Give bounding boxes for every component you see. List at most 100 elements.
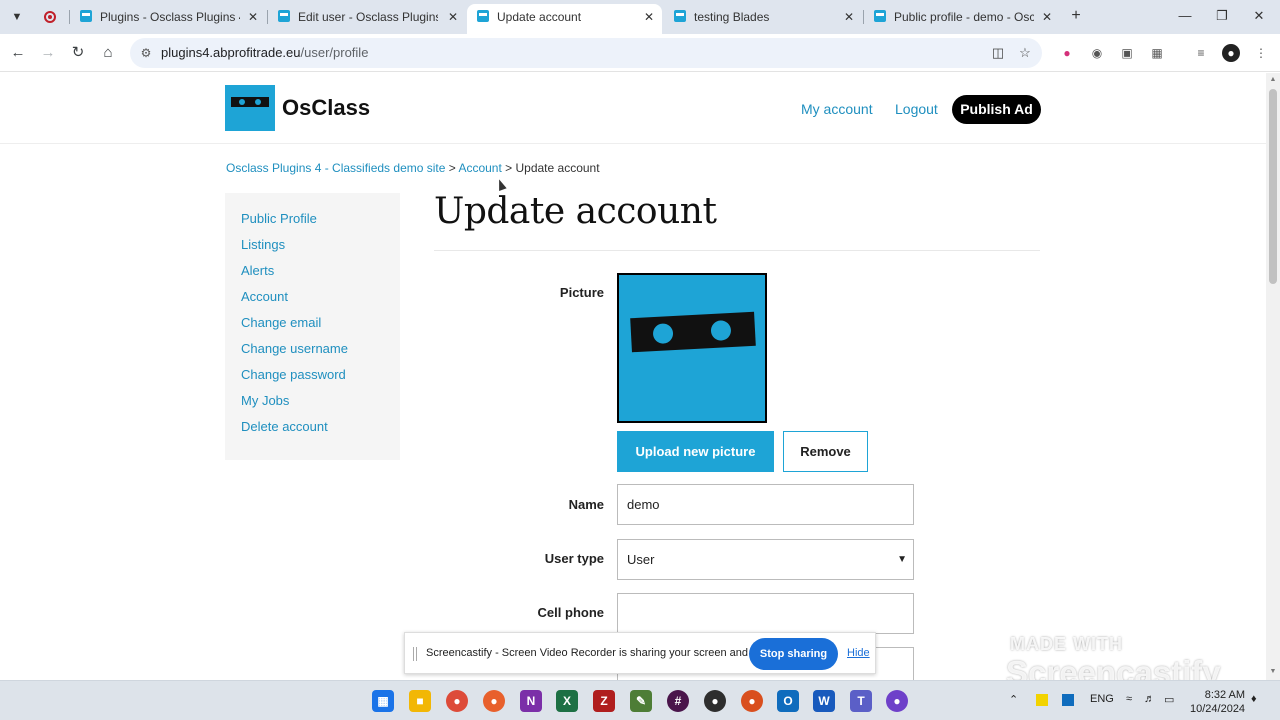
page-scrollbar[interactable]: ▲ ▼ (1266, 73, 1280, 680)
breadcrumb: Osclass Plugins 4 - Classifieds demo sit… (226, 161, 600, 175)
system-clock[interactable]: 8:32 AM 10/24/2024 (1190, 688, 1245, 716)
tab-search-chevron-icon[interactable]: ▼ (6, 7, 28, 27)
forward-icon[interactable]: → (37, 42, 59, 64)
sidebar-item-my-jobs[interactable]: My Jobs (241, 393, 289, 408)
tray-chevron-up-icon[interactable]: ⌃ (1009, 693, 1018, 706)
outlook-icon[interactable]: O (777, 690, 799, 712)
close-tab-icon[interactable]: ✕ (448, 4, 458, 30)
back-icon[interactable]: ← (7, 42, 29, 64)
windows-taskbar: ▦ ■ ● ● N X Z ✎ # ● ● O W T ● ⌃ ENG ≈ ♬ … (0, 680, 1280, 720)
close-tab-icon[interactable]: ✕ (1042, 4, 1052, 30)
scroll-down-icon[interactable]: ▼ (1268, 667, 1278, 677)
chrome-icon[interactable]: ● (446, 690, 468, 712)
scroll-up-icon[interactable]: ▲ (1268, 75, 1278, 85)
sidebar-item-change-password[interactable]: Change password (241, 367, 346, 382)
share-message: Screencastify - Screen Video Recorder is… (426, 647, 782, 659)
osclass-logo-icon[interactable] (225, 85, 275, 131)
teams-icon[interactable]: T (850, 690, 872, 712)
sidebar-item-delete-account[interactable]: Delete account (241, 419, 328, 434)
hide-banner-link[interactable]: Hide (847, 647, 870, 659)
scrollbar-thumb[interactable] (1269, 89, 1277, 284)
onenote-icon[interactable]: N (520, 690, 542, 712)
wifi-icon[interactable]: ≈ (1126, 693, 1132, 705)
osclass-favicon-icon (477, 10, 489, 22)
user-type-label: User type (544, 551, 604, 566)
file-explorer-icon[interactable]: ■ (409, 690, 431, 712)
browser-tab-1[interactable]: Plugins - Osclass Plugins 4 - Cl ✕ (70, 4, 266, 34)
browser-tab-active[interactable]: Update account ✕ (467, 4, 662, 34)
camera-extension-icon[interactable]: ◉ (1088, 44, 1106, 62)
sidebar-item-listings[interactable]: Listings (241, 237, 285, 252)
new-tab-icon[interactable]: + (1066, 6, 1086, 26)
user-type-select[interactable]: User ▼ (617, 539, 914, 580)
profile-avatar-icon[interactable]: ● (1222, 44, 1240, 62)
publish-ad-button[interactable]: Publish Ad (952, 95, 1041, 124)
sidebar-item-change-username[interactable]: Change username (241, 341, 348, 356)
word-icon[interactable]: W (813, 690, 835, 712)
address-bar[interactable]: ⚙ plugins4.abprofitrade.eu/user/profile … (130, 38, 1042, 68)
user-type-value: User (627, 552, 655, 567)
sidebar-item-alerts[interactable]: Alerts (241, 263, 274, 278)
close-tab-icon[interactable]: ✕ (248, 4, 258, 30)
tab-title: Public profile - demo - Osclass (894, 10, 1034, 24)
bookmark-star-icon[interactable]: ☆ (1016, 44, 1034, 62)
sidebar-item-change-email[interactable]: Change email (241, 315, 321, 330)
extension-icon[interactable]: ● (1058, 44, 1076, 62)
language-indicator[interactable]: ENG (1090, 693, 1114, 705)
window-close-icon[interactable]: ✕ (1247, 6, 1271, 26)
url-text[interactable]: plugins4.abprofitrade.eu/user/profile (161, 45, 368, 60)
windows-start-icon[interactable]: ▦ (372, 690, 394, 712)
breadcrumb-account-link[interactable]: Account (458, 161, 501, 175)
site-info-icon[interactable]: ⚙ (138, 45, 154, 61)
cell-phone-input[interactable] (617, 593, 914, 634)
extension-icon[interactable]: ▣ (1118, 44, 1136, 62)
app-icon[interactable]: ● (741, 690, 763, 712)
minimize-icon[interactable]: — (1173, 6, 1197, 26)
browser-tab-2[interactable]: Edit user - Osclass Plugins 4 - C ✕ (268, 4, 466, 34)
close-tab-icon[interactable]: ✕ (644, 4, 654, 30)
url-path: /user/profile (300, 45, 369, 60)
media-control-icon[interactable]: ≡ (1192, 44, 1210, 62)
browser-tab-4[interactable]: testing Blades ✕ (664, 4, 862, 34)
watermark-made-with: MADE WITH (1010, 634, 1123, 654)
logo-text[interactable]: OsClass (282, 95, 370, 121)
clock-date: 10/24/2024 (1190, 703, 1246, 715)
chevron-down-icon: ▼ (897, 554, 907, 565)
logout-link[interactable]: Logout (895, 101, 938, 117)
web-page: OsClass My account Logout Publish Ad Osc… (0, 73, 1266, 680)
remove-picture-button[interactable]: Remove (783, 431, 868, 472)
sticky-notes-icon[interactable] (1036, 694, 1048, 706)
drag-handle-icon[interactable] (413, 647, 417, 661)
recording-tab[interactable] (34, 6, 66, 28)
volume-icon[interactable]: ♬ (1144, 693, 1155, 705)
github-icon[interactable]: ● (886, 690, 908, 712)
menu-kebab-icon[interactable]: ⋮ (1252, 44, 1270, 62)
firefox-icon[interactable]: ● (483, 690, 505, 712)
puzzle-extensions-icon[interactable]: ▦ (1148, 44, 1166, 62)
app-icon[interactable]: ● (704, 690, 726, 712)
close-tab-icon[interactable]: ✕ (844, 4, 854, 30)
notification-bell-icon[interactable]: ♦ (1251, 693, 1257, 705)
sidebar-item-account[interactable]: Account (241, 289, 288, 304)
mouse-cursor-icon (495, 177, 507, 192)
notepad-plus-icon[interactable]: ✎ (630, 690, 652, 712)
reload-icon[interactable]: ↻ (67, 42, 89, 64)
outlook-tray-icon[interactable] (1062, 694, 1074, 706)
breadcrumb-site-link[interactable]: Osclass Plugins 4 - Classifieds demo sit… (226, 161, 445, 175)
sidebar-item-public-profile[interactable]: Public Profile (241, 211, 317, 226)
excel-icon[interactable]: X (556, 690, 578, 712)
name-input[interactable]: demo (617, 484, 914, 525)
stop-sharing-button[interactable]: Stop sharing (749, 638, 838, 670)
browser-tab-5[interactable]: Public profile - demo - Osclass ✕ (864, 4, 1060, 34)
slack-icon[interactable]: # (667, 690, 689, 712)
install-app-icon[interactable]: ◫ (989, 44, 1007, 62)
restore-icon[interactable]: ❐ (1210, 6, 1234, 26)
my-account-link[interactable]: My account (801, 101, 873, 117)
record-icon (44, 11, 56, 23)
name-label: Name (568, 497, 604, 512)
battery-icon[interactable]: ▭ (1164, 693, 1174, 706)
filezilla-icon[interactable]: Z (593, 690, 615, 712)
upload-picture-button[interactable]: Upload new picture (617, 431, 774, 472)
home-icon[interactable]: ⌂ (97, 42, 119, 64)
account-sidebar: Public Profile Listings Alerts Account C… (225, 193, 400, 460)
